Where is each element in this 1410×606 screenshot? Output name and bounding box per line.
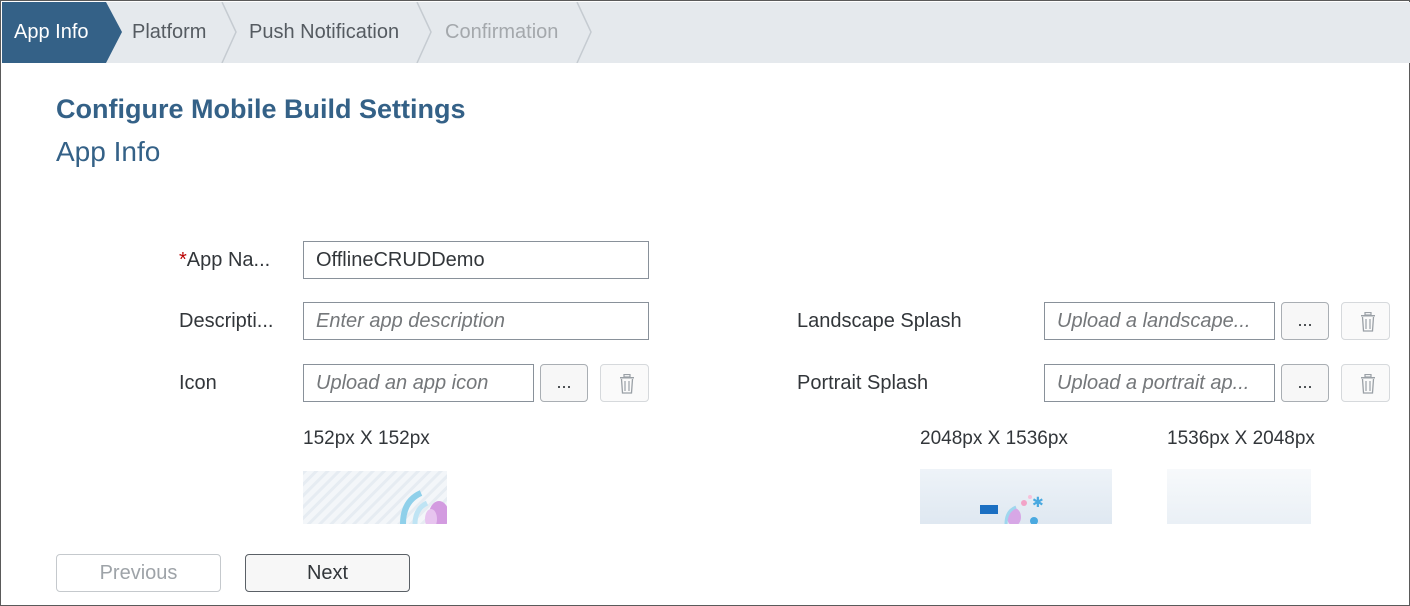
portrait-size-hint: 1536px X 2048px <box>1167 428 1315 449</box>
app-name-input[interactable]: OfflineCRUDDemo <box>303 241 649 279</box>
icon-preview-image <box>303 471 447 524</box>
svg-text:✱: ✱ <box>1032 495 1044 511</box>
landscape-browse-button[interactable]: ... <box>1281 302 1329 340</box>
icon-browse-button[interactable]: ... <box>540 364 588 402</box>
wizard-step-app-info[interactable]: App Info <box>14 2 89 63</box>
description-label: Descripti... <box>179 310 274 332</box>
icon-size-hint: 152px X 152px <box>303 428 430 449</box>
portrait-browse-button[interactable]: ... <box>1281 364 1329 402</box>
landscape-preview-image: ✱ <box>920 469 1112 524</box>
landscape-splash-input[interactable]: Upload a landscape... <box>1044 302 1275 340</box>
portrait-preview-graphic <box>1167 469 1311 524</box>
wizard-step-confirmation: Confirmation <box>445 21 559 43</box>
landscape-preview-graphic: ✱ <box>920 469 1112 524</box>
icon-label: Icon <box>179 372 217 394</box>
step-bar-shapes <box>2 2 592 63</box>
trash-icon <box>1361 374 1375 394</box>
previous-button: Previous <box>56 554 221 592</box>
landscape-delete-button <box>1341 302 1390 340</box>
app-name-label: *App Na... <box>179 249 270 272</box>
app-name-label-text: App Na... <box>186 249 271 271</box>
icon-upload-input[interactable]: Upload an app icon <box>303 364 534 402</box>
trash-icon <box>1361 312 1375 332</box>
portrait-splash-input[interactable]: Upload a portrait ap... <box>1044 364 1275 402</box>
window-frame: App Info Platform Push Notification Conf… <box>0 0 1410 606</box>
page-subtitle: App Info <box>56 136 161 167</box>
portrait-splash-label: Portrait Splash <box>797 372 929 394</box>
portrait-delete-button <box>1341 364 1390 402</box>
landscape-size-hint: 2048px X 1536px <box>920 428 1068 449</box>
trash-icon <box>620 374 634 394</box>
required-mark: * <box>179 249 187 271</box>
page-title: Configure Mobile Build Settings <box>56 94 466 124</box>
landscape-splash-label: Landscape Splash <box>797 310 962 332</box>
wizard-step-platform[interactable]: Platform <box>132 2 206 63</box>
portrait-preview-image <box>1167 469 1311 524</box>
description-input[interactable]: Enter app description <box>303 302 649 340</box>
next-button[interactable]: Next <box>245 554 410 592</box>
icon-delete-button <box>600 364 649 402</box>
wizard-step-bar: App Info Platform Push Notification Conf… <box>2 2 1410 63</box>
icon-preview-graphic <box>303 471 447 524</box>
wizard-step-push-notification[interactable]: Push Notification <box>249 2 399 63</box>
